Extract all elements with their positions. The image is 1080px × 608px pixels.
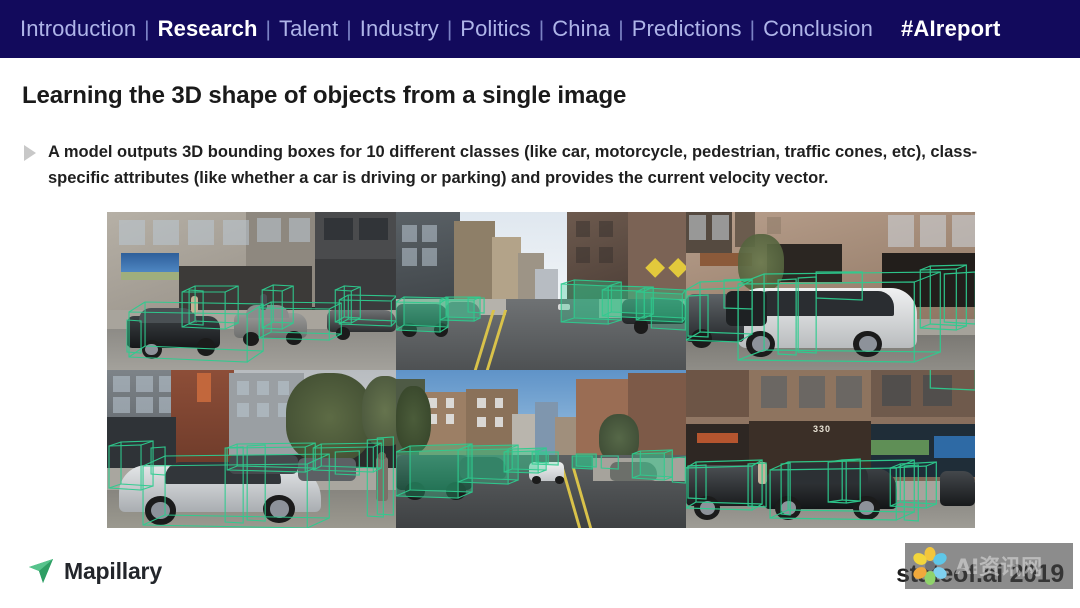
nav-separator: | bbox=[144, 18, 150, 41]
triangle-right-icon bbox=[22, 144, 38, 162]
nav-item-list: Introduction | Research | Talent | Indus… bbox=[18, 16, 1001, 42]
bounding-boxes-overlay-3 bbox=[685, 212, 975, 370]
bullet-text: A model outputs 3D bounding boxes for 10… bbox=[48, 143, 978, 187]
nav-item-conclusion[interactable]: Conclusion bbox=[761, 16, 875, 42]
nav-separator: | bbox=[538, 18, 545, 41]
figure-panel-1 bbox=[107, 212, 397, 370]
nav-item-introduction[interactable]: Introduction bbox=[18, 16, 138, 42]
mapillary-arrow-icon bbox=[26, 556, 56, 586]
nav-item-predictions[interactable]: Predictions bbox=[630, 16, 744, 42]
bounding-boxes-overlay-2 bbox=[396, 212, 686, 370]
figure-panel-3 bbox=[685, 212, 975, 370]
figure-panel-6: 330 bbox=[685, 370, 975, 528]
nav-separator: | bbox=[265, 18, 271, 41]
nav-separator: | bbox=[346, 18, 352, 41]
slide-title: Learning the 3D shape of objects from a … bbox=[22, 82, 627, 109]
mapillary-wordmark: Mapillary bbox=[64, 557, 162, 584]
nav-item-research[interactable]: Research bbox=[156, 16, 260, 42]
bounding-boxes-overlay-6 bbox=[685, 370, 975, 528]
nav-item-industry[interactable]: Industry bbox=[358, 16, 441, 42]
bounding-boxes-overlay-5 bbox=[396, 370, 686, 528]
figure-panel-2 bbox=[396, 212, 686, 370]
figure-panel-4 bbox=[107, 370, 397, 528]
bounding-boxes-overlay-1 bbox=[107, 212, 397, 370]
figure-image-grid: 330 bbox=[107, 212, 975, 528]
slide: Introduction | Research | Talent | Indus… bbox=[0, 0, 1080, 608]
nav-separator: | bbox=[446, 18, 453, 41]
nav-item-talent[interactable]: Talent bbox=[277, 16, 340, 42]
flower-image-viewer-icon bbox=[909, 545, 951, 587]
nav-item-politics[interactable]: Politics bbox=[458, 16, 533, 42]
figure-panel-5 bbox=[396, 370, 686, 528]
mapillary-logo: Mapillary bbox=[26, 556, 162, 586]
top-navigation-bar: Introduction | Research | Talent | Indus… bbox=[0, 0, 1080, 58]
nav-separator: | bbox=[749, 18, 756, 41]
nav-separator: | bbox=[618, 18, 624, 41]
bullet-point: A model outputs 3D bounding boxes for 10… bbox=[22, 140, 1052, 191]
watermark-overlay: AI资讯网 bbox=[905, 543, 1073, 589]
report-hashtag: #AIreport bbox=[900, 16, 1001, 41]
watermark-text: AI资讯网 bbox=[955, 555, 1043, 579]
bounding-boxes-overlay-4 bbox=[107, 370, 396, 528]
nav-item-china[interactable]: China bbox=[550, 16, 612, 42]
